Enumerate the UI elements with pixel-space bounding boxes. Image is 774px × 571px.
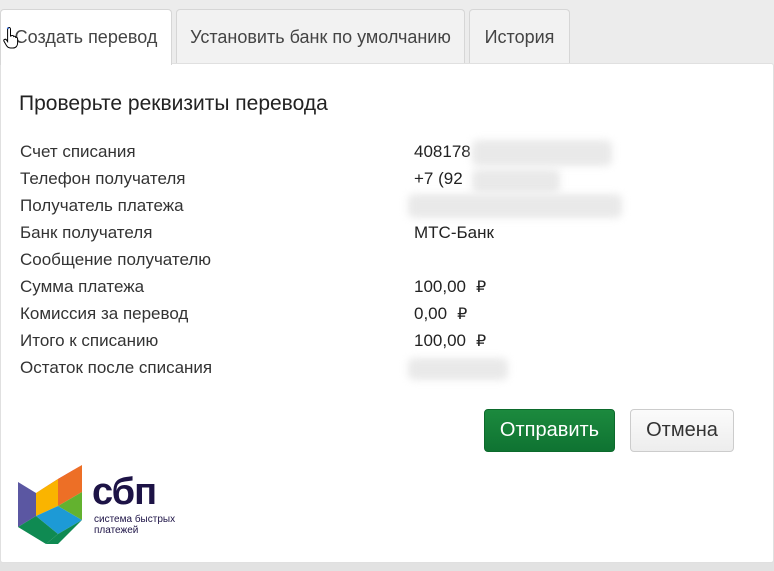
tab-create-transfer[interactable]: Создать перевод bbox=[0, 9, 172, 65]
detail-label: Получатель платежа bbox=[20, 196, 184, 215]
detail-row-balance-after: Остаток после списания bbox=[20, 356, 640, 383]
sbp-logo-name: сбп bbox=[92, 471, 157, 513]
sbp-logo: сбп система быстрых платежей bbox=[18, 464, 198, 546]
tab-history[interactable]: История bbox=[469, 9, 570, 63]
detail-row-commission: Комиссия за перевод 0,00 ₽ bbox=[20, 302, 640, 329]
detail-label: Остаток после списания bbox=[20, 358, 213, 377]
detail-row-debit-account: Счет списания 408178 bbox=[20, 140, 640, 167]
detail-value: 100,00 ₽ bbox=[414, 331, 487, 350]
tab-history-label: История bbox=[484, 27, 555, 47]
page-bottom-strip bbox=[0, 563, 774, 571]
transfer-confirm-panel: Проверьте реквизиты перевода Счет списан… bbox=[0, 63, 774, 563]
details-list: Счет списания 408178 Телефон получателя … bbox=[20, 140, 640, 383]
ruble-icon: ₽ bbox=[476, 331, 487, 350]
submit-button[interactable]: Отправить bbox=[484, 409, 615, 452]
detail-row-recipient-phone: Телефон получателя +7 (92 bbox=[20, 167, 640, 194]
page-title: Проверьте реквизиты перевода bbox=[19, 92, 328, 115]
detail-label: Счет списания bbox=[20, 142, 136, 161]
detail-label: Сообщение получателю bbox=[20, 250, 212, 269]
ruble-icon: ₽ bbox=[476, 277, 487, 296]
detail-value: 0,00 ₽ bbox=[414, 304, 468, 323]
tab-set-default-bank[interactable]: Установить банк по умолчанию bbox=[176, 9, 465, 63]
detail-label: Банк получателя bbox=[20, 223, 153, 242]
sbp-logo-icon bbox=[18, 465, 82, 544]
detail-value: +7 (92 bbox=[414, 169, 463, 188]
tab-bar: Создать перевод Установить банк по умолч… bbox=[0, 9, 774, 65]
detail-value: 100,00 ₽ bbox=[414, 277, 487, 296]
detail-label: Телефон получателя bbox=[20, 169, 186, 188]
redacted-block bbox=[472, 169, 560, 193]
redacted-block bbox=[408, 194, 622, 218]
hand-cursor-icon bbox=[3, 26, 19, 54]
detail-label: Итого к списанию bbox=[20, 331, 159, 350]
detail-row-total: Итого к списанию 100,00 ₽ bbox=[20, 329, 640, 356]
detail-row-message: Сообщение получателю bbox=[20, 248, 640, 275]
cancel-button[interactable]: Отмена bbox=[630, 409, 734, 452]
detail-label: Комиссия за перевод bbox=[20, 304, 189, 323]
redacted-block bbox=[408, 358, 508, 380]
redacted-block bbox=[472, 140, 612, 166]
tab-create-transfer-label: Создать перевод bbox=[14, 27, 158, 47]
detail-row-recipient-bank: Банк получателя МТС-Банк bbox=[20, 221, 640, 248]
detail-value: МТС-Банк bbox=[414, 223, 494, 242]
detail-row-amount: Сумма платежа 100,00 ₽ bbox=[20, 275, 640, 302]
ruble-icon: ₽ bbox=[457, 304, 468, 323]
detail-row-recipient: Получатель платежа bbox=[20, 194, 640, 221]
detail-label: Сумма платежа bbox=[20, 277, 145, 296]
tab-set-default-bank-label: Установить банк по умолчанию bbox=[190, 27, 451, 47]
sbp-logo-tagline: система быстрых платежей bbox=[94, 514, 176, 536]
detail-value: 408178 bbox=[414, 142, 471, 161]
